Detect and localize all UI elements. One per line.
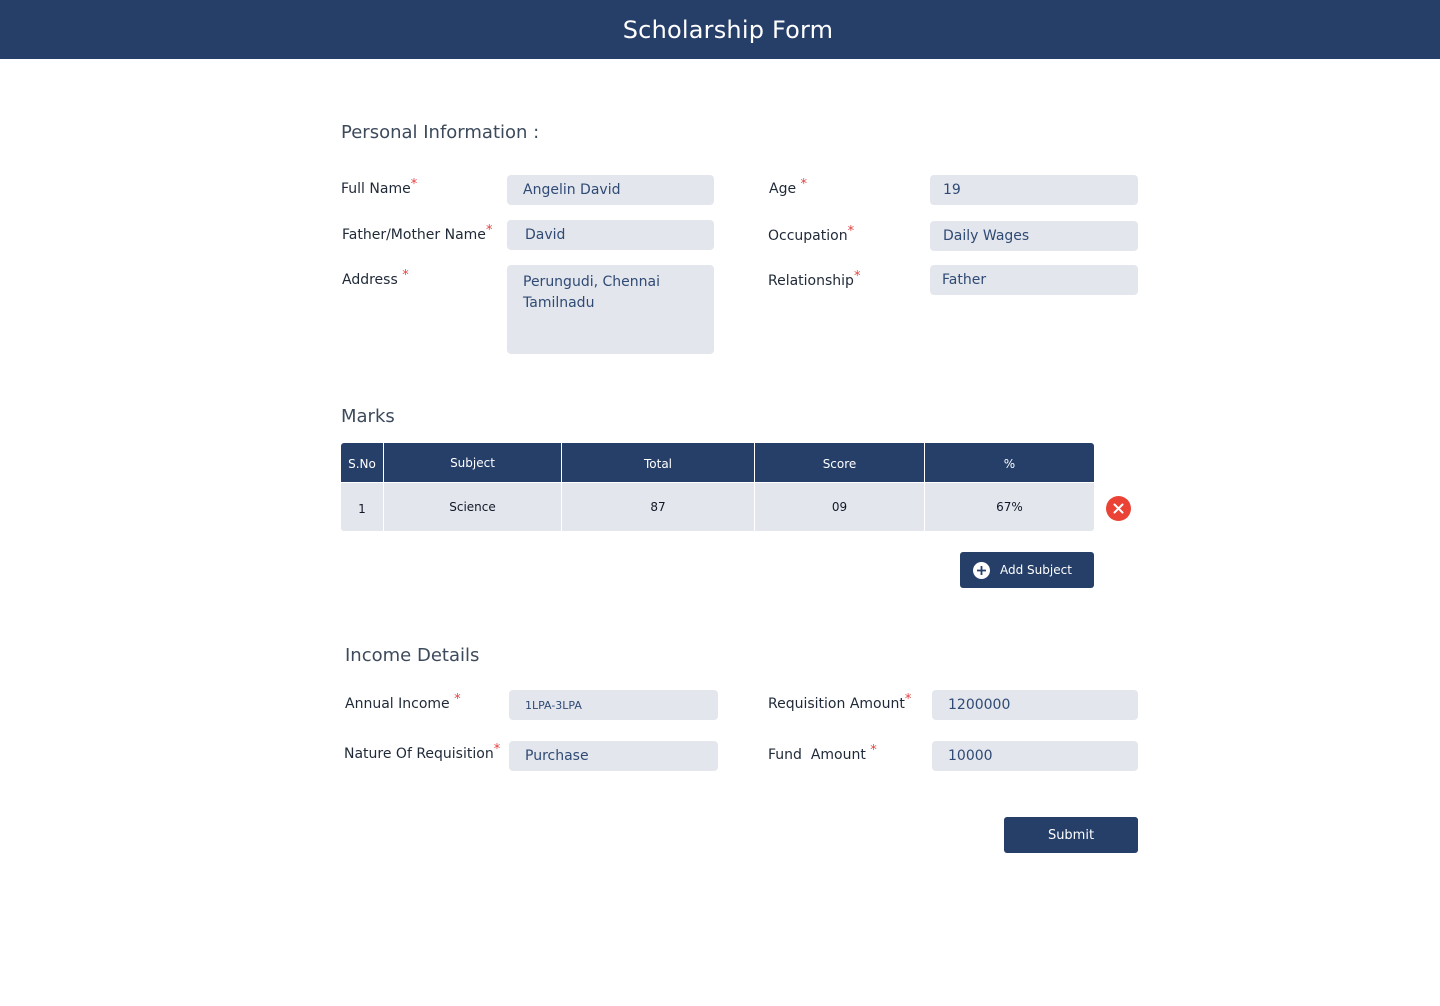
column-header-sno: S.No bbox=[341, 443, 384, 482]
address-textarea[interactable]: Perungudi, Chennai Tamilnadu bbox=[507, 265, 714, 354]
nature-of-requisition-label: Nature Of Requisition* bbox=[344, 742, 501, 762]
required-marker: * bbox=[454, 692, 461, 707]
parent-name-field[interactable]: David bbox=[507, 220, 714, 250]
parent-name-label: Father/Mother Name* bbox=[342, 223, 493, 243]
delete-row-button[interactable] bbox=[1106, 496, 1131, 521]
cell-subject[interactable]: Science bbox=[384, 483, 562, 531]
fund-amount-label: Fund Amount * bbox=[768, 743, 877, 763]
add-subject-button[interactable]: Add Subject bbox=[960, 552, 1094, 588]
required-marker: * bbox=[853, 269, 861, 284]
fund-amount-field[interactable]: 10000 bbox=[932, 741, 1138, 771]
relationship-field[interactable]: Father bbox=[930, 265, 1138, 295]
required-marker: * bbox=[904, 692, 912, 707]
cell-percent: 67% bbox=[996, 500, 1023, 514]
required-marker: * bbox=[402, 268, 409, 283]
column-header-percent: % bbox=[1003, 457, 1016, 471]
marks-table-header: S.No Subject Total Score % bbox=[341, 443, 1094, 482]
personal-info-heading: Personal Information : bbox=[341, 122, 540, 143]
required-marker: * bbox=[493, 742, 501, 757]
occupation-label: Occupation* bbox=[768, 224, 855, 244]
column-header-subject: Subject bbox=[384, 443, 562, 482]
nature-of-requisition-field[interactable]: Purchase bbox=[509, 741, 718, 771]
page-title: Scholarship Form bbox=[622, 15, 834, 44]
full-name-label: Full Name* bbox=[341, 177, 418, 197]
close-icon bbox=[1113, 503, 1124, 514]
submit-button[interactable]: Submit bbox=[1004, 817, 1138, 853]
requisition-amount-field[interactable]: 1200000 bbox=[932, 690, 1138, 720]
required-marker: * bbox=[485, 223, 493, 238]
cell-score[interactable]: 09 bbox=[755, 483, 925, 531]
column-header-total: Total bbox=[562, 443, 755, 482]
marks-heading: Marks bbox=[341, 406, 395, 427]
income-heading: Income Details bbox=[345, 645, 480, 666]
required-marker: * bbox=[410, 177, 418, 192]
column-header-score: Score bbox=[755, 443, 925, 482]
add-subject-label: Add Subject bbox=[1000, 563, 1072, 577]
age-field[interactable]: 19 bbox=[930, 175, 1138, 205]
cell-total[interactable]: 87 bbox=[562, 483, 755, 531]
address-label: Address * bbox=[342, 268, 409, 288]
plus-icon bbox=[973, 561, 990, 579]
annual-income-field[interactable]: 1LPA-3LPA bbox=[509, 690, 718, 720]
required-marker: * bbox=[800, 177, 808, 192]
required-marker: * bbox=[847, 224, 855, 239]
marks-table: S.No Subject Total Score % 1 Science 87 … bbox=[341, 443, 1094, 531]
annual-income-label: Annual Income * bbox=[345, 692, 461, 712]
table-row: 1 Science 87 09 67% bbox=[341, 483, 1094, 531]
app-header: Scholarship Form bbox=[0, 0, 1440, 59]
relationship-label: Relationship* bbox=[768, 269, 861, 289]
required-marker: * bbox=[870, 743, 877, 758]
age-label: Age * bbox=[769, 177, 808, 197]
requisition-amount-label: Requisition Amount* bbox=[768, 692, 912, 712]
occupation-field[interactable]: Daily Wages bbox=[930, 221, 1138, 251]
cell-sno: 1 bbox=[341, 483, 384, 531]
full-name-field[interactable]: Angelin David bbox=[507, 175, 714, 205]
